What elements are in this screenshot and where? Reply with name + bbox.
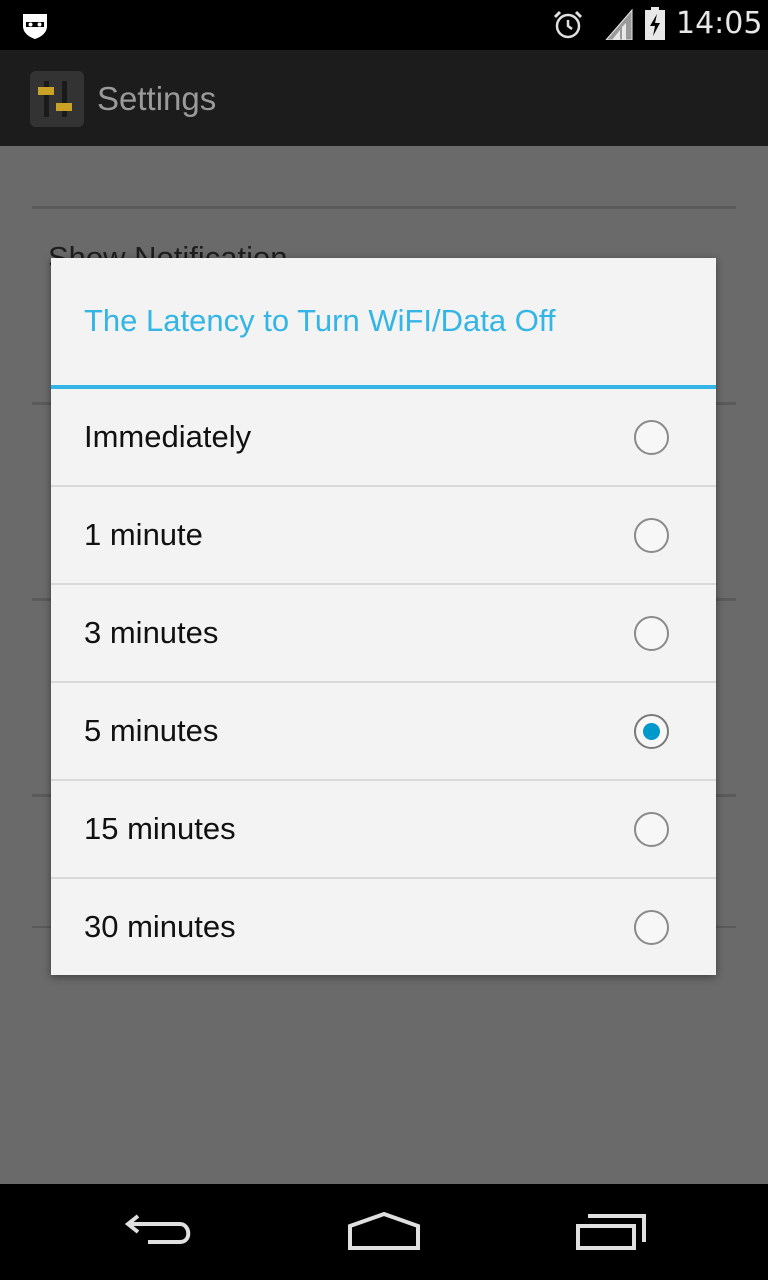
radio-button[interactable]: [634, 910, 669, 945]
clock-time: 14:05: [676, 6, 763, 41]
radio-button[interactable]: [634, 518, 669, 553]
option-label: Immediately: [84, 419, 252, 454]
radio-button[interactable]: [634, 714, 669, 749]
divider: [32, 206, 736, 209]
radio-button[interactable]: [634, 420, 669, 455]
recents-icon[interactable]: [570, 1202, 650, 1262]
option-15-minutes[interactable]: 15 minutes: [51, 781, 716, 879]
option-label: 1 minute: [84, 517, 203, 552]
latency-dialog: The Latency to Turn WiFI/Data Off Immedi…: [51, 258, 716, 975]
option-30-minutes[interactable]: 30 minutes: [51, 879, 716, 977]
navigation-bar: [0, 1184, 768, 1280]
back-icon[interactable]: [120, 1202, 200, 1262]
status-bar: 14:05: [0, 0, 768, 50]
dialog-title: The Latency to Turn WiFI/Data Off: [84, 303, 556, 338]
option-label: 5 minutes: [84, 713, 219, 748]
option-1-minute[interactable]: 1 minute: [51, 487, 716, 585]
option-label: 3 minutes: [84, 615, 219, 650]
option-label: 30 minutes: [84, 909, 236, 944]
option-list: Immediately 1 minute 3 minutes 5 minutes…: [51, 389, 716, 977]
option-3-minutes[interactable]: 3 minutes: [51, 585, 716, 683]
radio-button[interactable]: [634, 812, 669, 847]
home-icon[interactable]: [344, 1202, 424, 1262]
action-bar-title: Settings: [97, 80, 217, 117]
settings-app-icon[interactable]: [30, 71, 84, 127]
option-immediately[interactable]: Immediately: [51, 389, 716, 487]
signal-icon: [605, 8, 633, 40]
option-label: 15 minutes: [84, 811, 236, 846]
radio-button[interactable]: [634, 616, 669, 651]
alarm-icon: [553, 10, 583, 39]
radio-dot: [643, 723, 660, 740]
incognito-icon: [23, 14, 47, 39]
option-5-minutes[interactable]: 5 minutes: [51, 683, 716, 781]
battery-charging-icon: [645, 7, 665, 40]
action-bar: Settings: [0, 50, 768, 146]
